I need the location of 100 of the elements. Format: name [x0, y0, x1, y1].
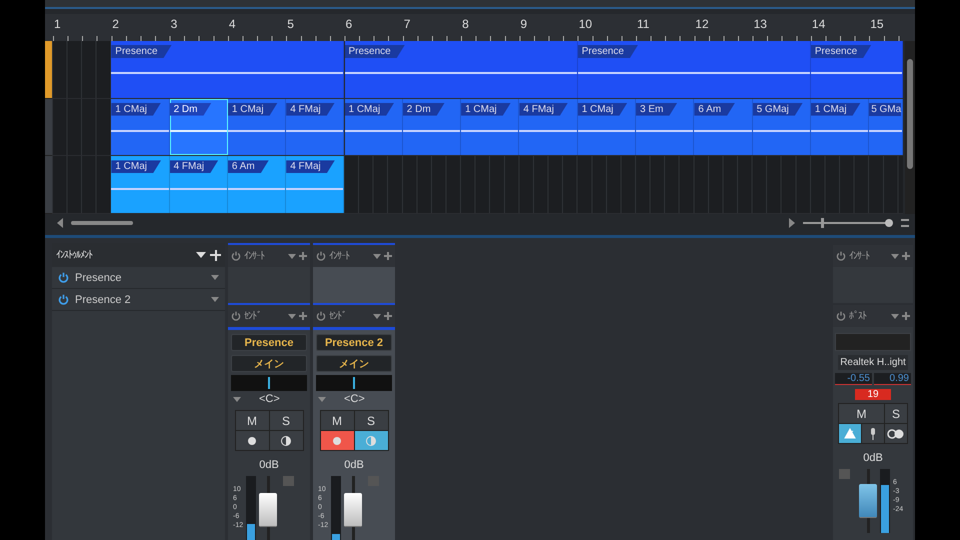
scroll-left-icon[interactable] [57, 218, 63, 228]
expand-icon[interactable] [233, 396, 241, 402]
clip-label: 1 CMaj [228, 102, 278, 116]
fader-handle[interactable] [859, 484, 877, 518]
send-label: ｾﾝﾄﾞ [244, 310, 262, 322]
peak-value: 0.99 [874, 373, 911, 385]
clip[interactable]: Presence [578, 41, 811, 98]
clip[interactable]: 1 CMaj [111, 156, 170, 214]
bar-number: 1 [54, 17, 61, 31]
clip-label: Presence [344, 45, 405, 58]
clip-label: 3 Em [636, 102, 678, 116]
monitor-button[interactable] [270, 431, 302, 450]
clip-label: 4 FMaj [286, 160, 335, 174]
zoom-slider[interactable] [803, 218, 893, 228]
menu-icon[interactable] [901, 218, 909, 226]
clip[interactable]: 1 CMaj [228, 98, 286, 156]
clip[interactable]: 5 GMa [869, 98, 903, 156]
power-icon[interactable] [58, 272, 69, 283]
clip-label: 1 CMaj [111, 102, 161, 116]
clip[interactable]: 5 GMaj [752, 98, 811, 156]
clip[interactable]: 1 CMaj [344, 98, 403, 156]
mute-button[interactable]: M [839, 404, 884, 423]
clip[interactable]: 1 CMaj [578, 98, 636, 156]
clip[interactable]: 2 Dm [170, 98, 228, 156]
clip[interactable]: 4 FMaj [286, 156, 344, 214]
toggle-icon[interactable] [885, 424, 907, 443]
clip[interactable]: 1 CMaj [111, 98, 170, 156]
instrument-item[interactable]: Presence [52, 267, 225, 289]
clip[interactable]: Presence [111, 41, 344, 98]
bar-number: 15 [870, 17, 884, 31]
play-icon[interactable] [789, 218, 795, 228]
pan-value: <C> [259, 393, 280, 405]
solo-button[interactable]: S [354, 411, 388, 430]
insert-label: ｲﾝｻｰﾄ [244, 250, 266, 262]
power-icon[interactable] [58, 294, 69, 305]
send-label: ｾﾝﾄﾞ [329, 310, 347, 322]
device-name[interactable]: Realtek H..ight [838, 355, 908, 370]
bar-number: 11 [637, 17, 650, 31]
fader-handle[interactable] [259, 492, 278, 527]
clip[interactable]: 4 FMaj [519, 98, 578, 156]
bar-number: 12 [695, 17, 709, 31]
power-icon[interactable] [231, 311, 241, 321]
clip-label: Presence [111, 45, 172, 58]
clip-label: 1 CMaj [344, 102, 394, 116]
bar-number: 9 [520, 17, 528, 31]
clip[interactable]: 4 FMaj [170, 156, 228, 214]
bar-number: 13 [754, 17, 767, 31]
microphone-icon[interactable] [862, 424, 884, 443]
output-button[interactable]: メイン [231, 355, 307, 372]
clip-label: 1 CMaj [578, 102, 628, 116]
mute-button[interactable]: M [236, 411, 268, 430]
clip[interactable]: Presence [344, 41, 578, 98]
power-icon[interactable] [836, 251, 846, 261]
bar-number: 8 [462, 17, 469, 31]
record-button[interactable] [236, 431, 268, 450]
clip-label: 2 Dm [170, 102, 212, 116]
clip-label: 5 GMaj [752, 102, 803, 116]
clip[interactable]: 6 Am [228, 156, 286, 214]
pan-value: <C> [344, 393, 365, 405]
bar-number: 10 [578, 17, 592, 31]
scroll-thumb[interactable] [71, 220, 133, 224]
solo-button[interactable]: S [270, 411, 302, 430]
fader-handle[interactable] [344, 492, 362, 527]
clip-label: 1 CMaj [810, 102, 861, 116]
solo-button[interactable]: S [885, 404, 907, 423]
volume-value: 0dB [863, 452, 883, 464]
clip[interactable]: Presence [810, 41, 903, 98]
fader-track[interactable] [344, 476, 362, 540]
mute-button[interactable]: M [320, 411, 354, 430]
clip-label: Presence [810, 45, 872, 58]
clip-label: 4 FMaj [519, 102, 568, 116]
power-icon[interactable] [231, 251, 241, 261]
clip[interactable]: 4 FMaj [286, 98, 344, 156]
clip-label: 1 CMaj [111, 160, 161, 174]
instrument-item[interactable]: Presence 2 [52, 289, 225, 311]
output-button[interactable]: メイン [316, 355, 392, 372]
bar-number: 6 [346, 17, 352, 31]
peak-value: -0.55 [835, 373, 872, 385]
bar-number: 5 [287, 17, 294, 31]
power-icon[interactable] [316, 251, 326, 261]
clip[interactable]: 1 CMaj [810, 98, 870, 156]
expand-icon[interactable] [318, 396, 326, 402]
channel-name-button[interactable]: Presence [231, 334, 307, 351]
clip[interactable]: 6 Am [694, 98, 753, 156]
channel-name-button[interactable]: Presence 2 [316, 334, 392, 351]
insert-label: ｲﾝｻｰﾄ [849, 250, 870, 262]
post-label: ﾎﾟｽﾄ [849, 310, 868, 322]
bar-number: 7 [404, 17, 410, 31]
clip[interactable]: 2 Dm [402, 98, 462, 156]
clip-label: Presence [578, 45, 638, 58]
clip-label: 4 FMaj [170, 160, 218, 174]
power-icon[interactable] [836, 311, 846, 321]
fader-track[interactable] [259, 476, 278, 540]
vertical-scrollbar[interactable] [905, 41, 915, 214]
clip-label: 5 GMa [869, 102, 902, 116]
clip[interactable]: 1 CMaj [461, 98, 520, 156]
clip[interactable]: 3 Em [636, 98, 694, 156]
power-icon[interactable] [316, 311, 326, 321]
triangle-icon [844, 428, 856, 439]
clip-label: 2 Dm [402, 102, 445, 116]
